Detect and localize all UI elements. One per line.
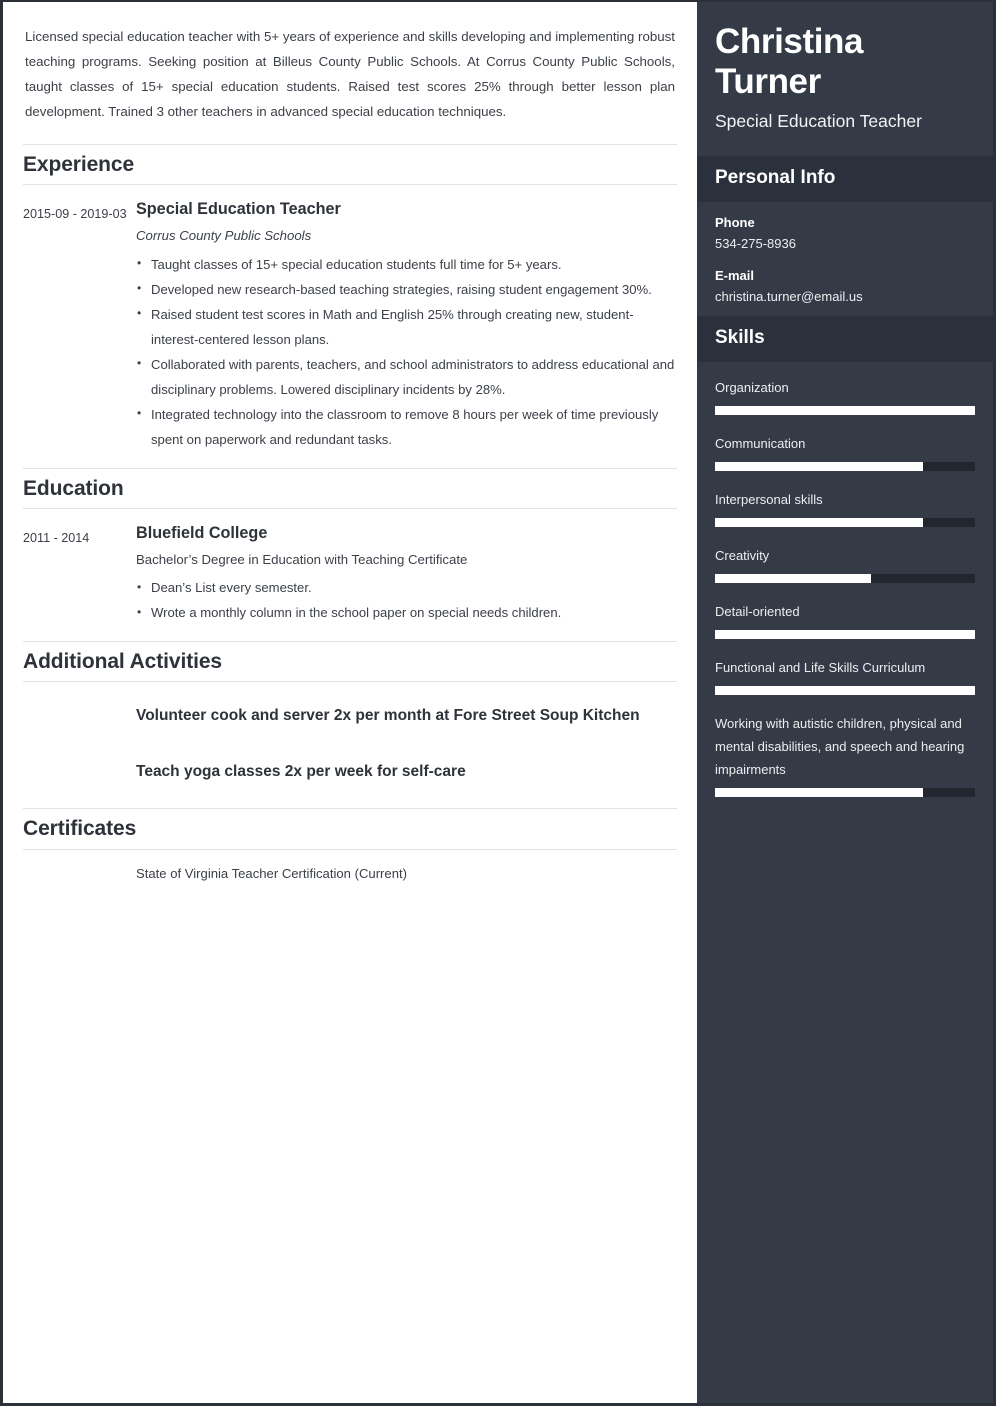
education-entry: 2011 - 2014 Bluefield College Bachelor’s… [23, 523, 677, 626]
skill-level-fill [715, 630, 975, 640]
skill-item: Creativity [715, 544, 975, 584]
candidate-name: Christina Turner [715, 22, 864, 101]
experience-bullet-list: Taught classes of 15+ special education … [136, 251, 677, 452]
section-title-experience: Experience [23, 153, 135, 176]
section-certificates: Certificates State of Virginia Teacher C… [23, 808, 677, 884]
skill-level-fill [715, 686, 975, 696]
experience-employer: Corrus County Public Schools [136, 227, 312, 243]
education-bullet: Dean’s List every semester. [136, 575, 677, 600]
experience-bullet: Collaborated with parents, teachers, and… [136, 351, 677, 402]
skill-level-track [715, 686, 975, 696]
activity-text: Volunteer cook and server 2x per month a… [136, 707, 640, 725]
experience-bullet: Raised student test scores in Math and E… [136, 301, 677, 352]
skill-level-fill [715, 574, 871, 584]
skill-item: Detail-oriented [715, 600, 975, 640]
skill-item: Working with autistic children, physical… [715, 712, 975, 798]
sidebar-title-skills: Skills [715, 327, 765, 349]
section-title-education: Education [23, 476, 124, 500]
skill-level-fill [715, 406, 975, 416]
skill-level-fill [715, 462, 923, 472]
skill-item: Organization [715, 376, 975, 416]
skill-level-track [715, 406, 975, 416]
skill-level-track [715, 788, 975, 798]
education-bullet-list: Dean’s List every semester. Wrote a mont… [136, 575, 677, 625]
sidebar-identity-block: Christina Turner Special Education Teach… [697, 2, 993, 156]
sidebar-header-skills: Skills [697, 316, 993, 363]
skill-level-track [715, 630, 975, 640]
skill-level-track [715, 574, 975, 584]
experience-bullet: Developed new research-based teaching st… [136, 276, 677, 302]
skill-name: Interpersonal skills [715, 492, 823, 508]
sidebar-header-personal-info: Personal Info [697, 156, 993, 203]
skill-name: Functional and Life Skills Curriculum [715, 660, 926, 676]
phone-label: Phone [715, 215, 755, 231]
experience-entry-dates: 2015-09 - 2019-03 [23, 207, 127, 222]
certificate-indent-spacer [23, 864, 136, 885]
section-header-experience: Experience [23, 144, 677, 186]
section-header-education: Education [23, 467, 677, 509]
skill-name: Communication [715, 436, 806, 452]
education-school-name: Bluefield College [136, 523, 268, 542]
education-degree: Bachelor’s Degree in Education with Teac… [136, 551, 468, 567]
section-header-additional-activities: Additional Activities [23, 641, 677, 683]
activity-item: Teach yoga classes 2x per week for self-… [23, 752, 677, 792]
resume-sidebar: Christina Turner Special Education Teach… [697, 2, 993, 1403]
education-entry-body: Bluefield College Bachelor’s Degree in E… [136, 523, 677, 626]
skill-level-track [715, 518, 975, 528]
resume-main-column: Licensed special education teacher with … [3, 2, 697, 1403]
skill-level-fill [715, 788, 923, 798]
email-value: christina.turner@email.us [715, 288, 863, 304]
section-header-certificates: Certificates [23, 808, 677, 850]
experience-entry: 2015-09 - 2019-03 Special Education Teac… [23, 199, 677, 452]
skill-item: Interpersonal skills [715, 488, 975, 528]
skill-name: Organization [715, 380, 789, 396]
education-entry-dates: 2011 - 2014 [23, 530, 90, 545]
personal-info-body: Phone 534-275-8936 E-mail christina.turn… [697, 202, 993, 316]
section-experience: Experience 2015-09 - 2019-03 Special Edu… [23, 144, 677, 452]
skill-level-fill [715, 518, 923, 528]
resume-page: Licensed special education teacher with … [0, 0, 996, 1406]
section-additional-activities: Additional Activities Volunteer cook and… [23, 641, 677, 792]
activity-indent-spacer [23, 696, 136, 736]
email-label: E-mail [715, 267, 755, 283]
activity-indent-spacer [23, 752, 136, 792]
professional-summary: Licensed special education teacher with … [25, 29, 675, 119]
candidate-job-title: Special Education Teacher [715, 111, 922, 132]
sidebar-title-personal-info: Personal Info [715, 167, 836, 189]
experience-bullet: Integrated technology into the classroom… [136, 401, 677, 452]
section-title-additional-activities: Additional Activities [23, 650, 222, 674]
experience-bullet: Taught classes of 15+ special education … [136, 251, 677, 277]
section-education: Education 2011 - 2014 Bluefield College … [23, 467, 677, 626]
skills-body: Organization Communication Interpersonal… [697, 362, 993, 817]
education-bullet: Wrote a monthly column in the school pap… [136, 600, 677, 625]
skill-name: Creativity [715, 548, 770, 564]
activity-item: Volunteer cook and server 2x per month a… [23, 696, 677, 736]
experience-job-title: Special Education Teacher [136, 200, 341, 219]
experience-entry-body: Special Education Teacher Corrus County … [136, 199, 677, 452]
section-title-certificates: Certificates [23, 817, 137, 841]
skill-item: Communication [715, 432, 975, 472]
phone-value: 534-275-8936 [715, 235, 796, 251]
certificate-text: State of Virginia Teacher Certification … [136, 865, 407, 881]
skill-level-track [715, 462, 975, 472]
skill-name: Detail-oriented [715, 604, 800, 620]
skill-item: Functional and Life Skills Curriculum [715, 656, 975, 696]
activity-text: Teach yoga classes 2x per week for self-… [136, 763, 466, 781]
skill-name: Working with autistic children, physical… [715, 716, 965, 778]
certificate-item: State of Virginia Teacher Certification … [23, 864, 677, 885]
